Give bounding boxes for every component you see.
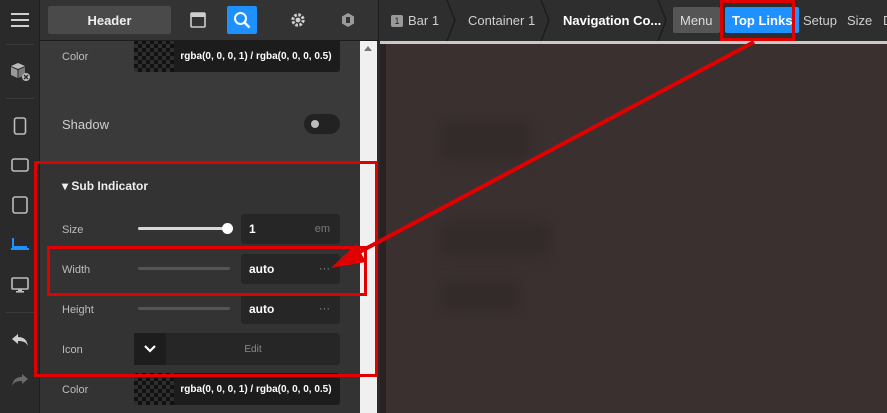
search-icon[interactable] bbox=[227, 6, 257, 34]
breadcrumb-separator bbox=[540, 0, 550, 41]
icon-edit-button[interactable]: Edit bbox=[166, 333, 340, 365]
breadcrumb-badge: 1 bbox=[391, 14, 403, 27]
tab-size[interactable]: Size bbox=[840, 7, 879, 33]
size-slider[interactable] bbox=[138, 223, 233, 234]
breadcrumb-separator bbox=[446, 0, 456, 41]
undo-icon[interactable] bbox=[8, 328, 32, 352]
breadcrumb: 1 Bar 1 Container 1 Navigation Co... Men… bbox=[378, 0, 887, 41]
width-more-icon[interactable]: ··· bbox=[319, 254, 330, 284]
height-value: auto bbox=[249, 302, 275, 316]
size-label: Size bbox=[62, 224, 84, 236]
color-value: rgba(0, 0, 0, 1) / rgba(0, 0, 0, 0.5) bbox=[180, 383, 332, 395]
shadow-label: Shadow bbox=[62, 117, 109, 132]
window-icon[interactable] bbox=[183, 6, 213, 34]
color-swatch[interactable] bbox=[134, 41, 174, 72]
blurred-content bbox=[440, 281, 520, 311]
caret-down-icon: ▾ bbox=[62, 179, 72, 193]
tab-top-links[interactable]: Top Links bbox=[725, 7, 800, 33]
size-unit[interactable]: em bbox=[315, 214, 330, 244]
icon-picker[interactable]: Edit bbox=[134, 333, 340, 365]
tablet-landscape-icon[interactable] bbox=[8, 153, 32, 177]
color-label: Color bbox=[62, 384, 89, 396]
icon-label: Icon bbox=[62, 344, 83, 356]
color-picker[interactable]: rgba(0, 0, 0, 1) / rgba(0, 0, 0, 0.5) bbox=[134, 41, 340, 72]
rail-divider bbox=[6, 44, 34, 45]
height-label: Height bbox=[62, 304, 94, 316]
width-value: auto bbox=[249, 262, 275, 276]
toggle-knob bbox=[311, 120, 319, 128]
sub-indicator-header[interactable]: ▾ Sub Indicator bbox=[62, 179, 148, 193]
settings-panel: Color rgba(0, 0, 0, 1) / rgba(0, 0, 0, 0… bbox=[40, 41, 360, 413]
desktop-icon[interactable] bbox=[8, 273, 32, 297]
scroll-up-icon[interactable] bbox=[364, 46, 372, 51]
canvas-top-edge bbox=[380, 41, 887, 44]
tab-more[interactable]: D bbox=[876, 7, 887, 33]
plugin-icon[interactable] bbox=[333, 6, 363, 34]
color-value: rgba(0, 0, 0, 1) / rgba(0, 0, 0, 0.5) bbox=[180, 50, 332, 62]
size-input[interactable]: 1 em bbox=[241, 214, 340, 244]
breadcrumb-item-container[interactable]: Container 1 bbox=[468, 0, 535, 41]
top-toolbar: Header 1 Bar 1 Container 1 Navigation Co… bbox=[40, 0, 887, 41]
height-more-icon[interactable]: ··· bbox=[319, 294, 330, 324]
panel-scrollbar[interactable] bbox=[360, 41, 377, 413]
sub-indicator-color-picker[interactable]: rgba(0, 0, 0, 1) / rgba(0, 0, 0, 0.5) bbox=[134, 373, 340, 405]
width-input[interactable]: auto ··· bbox=[241, 254, 340, 284]
gear-icon[interactable] bbox=[283, 6, 313, 34]
breadcrumb-separator bbox=[657, 0, 667, 41]
sub-indicator-title: Sub Indicator bbox=[71, 179, 149, 193]
breadcrumb-item-bar[interactable]: 1 Bar 1 bbox=[391, 0, 439, 41]
laptop-icon[interactable] bbox=[8, 232, 32, 256]
left-rail bbox=[0, 0, 40, 413]
height-input[interactable]: auto ··· bbox=[241, 294, 340, 324]
add-element-icon[interactable] bbox=[8, 60, 32, 84]
width-label: Width bbox=[62, 264, 91, 276]
mobile-icon[interactable] bbox=[8, 114, 32, 138]
rail-divider bbox=[6, 98, 34, 99]
rail-divider bbox=[6, 312, 34, 313]
shadow-toggle[interactable] bbox=[304, 114, 340, 134]
tab-setup[interactable]: Setup bbox=[796, 7, 844, 33]
chevron-down-icon[interactable] bbox=[134, 333, 166, 365]
sub-indicator-section: ▾ Sub Indicator Size 1 em Width auto ···… bbox=[40, 163, 360, 413]
size-value: 1 bbox=[249, 222, 256, 236]
breadcrumb-label: Bar 1 bbox=[408, 13, 440, 28]
color-label: Color bbox=[62, 51, 89, 63]
menu-icon[interactable] bbox=[8, 8, 32, 32]
color-swatch[interactable] bbox=[134, 373, 174, 405]
width-slider[interactable] bbox=[138, 267, 230, 270]
header-button[interactable]: Header bbox=[48, 6, 171, 34]
tab-menu[interactable]: Menu bbox=[673, 7, 720, 33]
blurred-content bbox=[440, 121, 530, 161]
blurred-content bbox=[440, 221, 550, 257]
preview-canvas[interactable] bbox=[380, 41, 887, 413]
slider-fill bbox=[138, 227, 230, 230]
redo-icon[interactable] bbox=[8, 368, 32, 392]
canvas-edge bbox=[380, 41, 386, 413]
breadcrumb-item-navigation[interactable]: Navigation Co... bbox=[563, 0, 661, 41]
tablet-icon[interactable] bbox=[8, 193, 32, 217]
height-slider[interactable] bbox=[138, 307, 230, 310]
slider-handle[interactable] bbox=[222, 223, 233, 234]
